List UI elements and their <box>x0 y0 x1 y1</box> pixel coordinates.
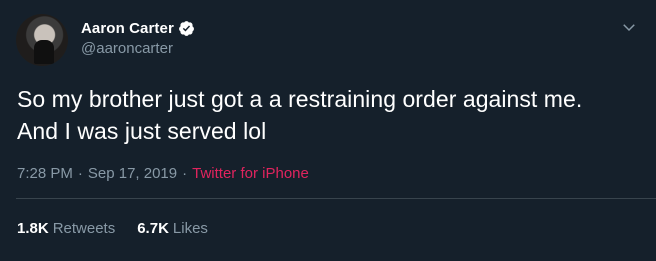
retweets-count: 1.8K <box>17 219 49 237</box>
likes-stat[interactable]: 6.7K Likes <box>137 220 208 237</box>
retweets-stat[interactable]: 1.8K Retweets <box>17 220 115 237</box>
tweet-date[interactable]: Sep 17, 2019 <box>88 165 177 182</box>
retweets-label: Retweets <box>52 219 116 237</box>
tweet-meta: 7:28 PM · Sep 17, 2019 · Twitter for iPh… <box>17 163 309 183</box>
meta-separator: · <box>182 164 188 182</box>
tweet-time[interactable]: 7:28 PM <box>17 165 73 182</box>
verified-badge-icon <box>178 20 194 36</box>
meta-separator: · <box>77 164 83 182</box>
author-name-row: Aaron Carter <box>81 17 195 39</box>
likes-count: 6.7K <box>137 219 169 237</box>
tweet-source-link[interactable]: Twitter for iPhone <box>192 165 309 182</box>
chevron-down-icon[interactable] <box>620 18 638 36</box>
tweet-card: Aaron Carter @aaroncarter So my brother … <box>0 0 656 261</box>
author-handle[interactable]: @aaroncarter <box>81 40 173 57</box>
author-display-name[interactable]: Aaron Carter <box>81 20 174 37</box>
divider <box>16 198 656 199</box>
avatar[interactable] <box>16 14 68 66</box>
likes-label: Likes <box>172 219 208 237</box>
tweet-text: So my brother just got a a restraining o… <box>17 86 583 144</box>
tweet-stats: 1.8K Retweets 6.7K Likes <box>17 218 230 238</box>
